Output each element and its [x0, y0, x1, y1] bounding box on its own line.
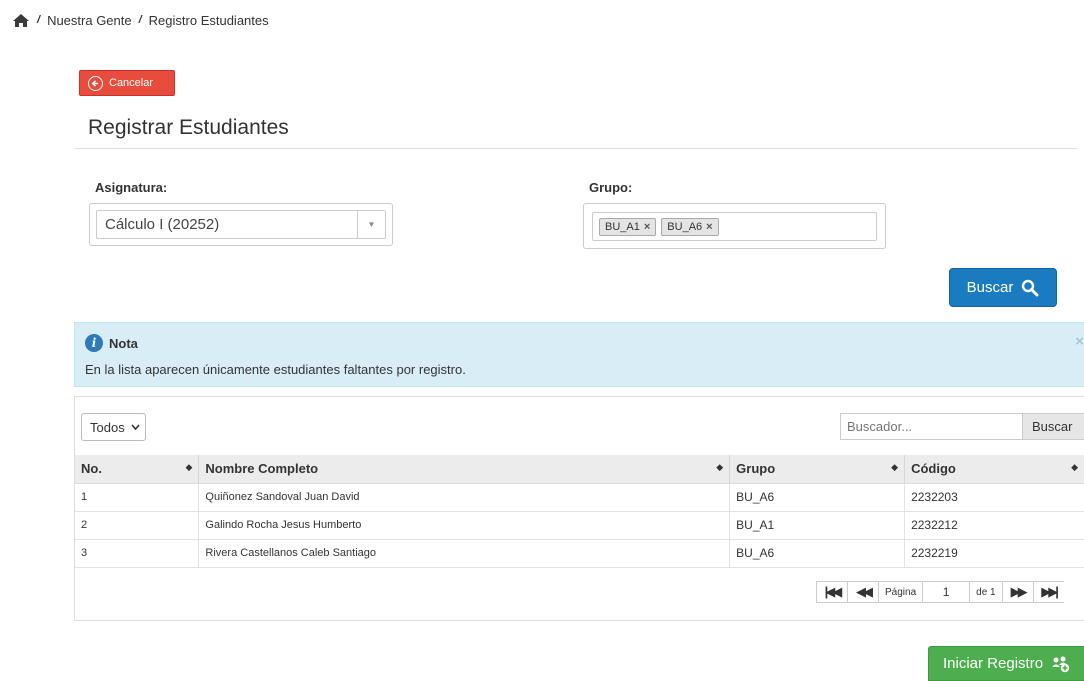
grupo-multiselect[interactable]: BU_A1 × BU_A6 ×: [592, 212, 877, 241]
page-size-select[interactable]: Todos: [81, 413, 146, 441]
home-icon[interactable]: [12, 13, 30, 28]
users-plus-icon: [1051, 655, 1071, 673]
sort-icon: ◆: [185, 462, 193, 473]
table-search-button[interactable]: Buscar: [1022, 413, 1084, 440]
first-page-icon[interactable]: |◀◀: [816, 581, 847, 603]
remove-tag-icon[interactable]: ×: [644, 221, 650, 233]
students-table-panel: Todos Buscador... Buscar No. ◆ Nombre Com…: [74, 396, 1084, 621]
title-divider: [75, 148, 1077, 149]
chevron-down-icon: [131, 422, 140, 433]
next-page-icon[interactable]: ▶▶: [1001, 581, 1033, 603]
page-total-label: de 1: [969, 581, 1002, 603]
row-grupo: BU_A6: [729, 539, 906, 568]
last-page-icon[interactable]: ▶▶|: [1032, 581, 1064, 603]
page-title: Registrar Estudiantes: [88, 116, 289, 139]
column-header-nombre[interactable]: Nombre Completo ◆: [198, 455, 731, 484]
table-header-row: No. ◆ Nombre Completo ◆ Grupo ◆ Código ◆: [75, 455, 1084, 484]
dropdown-arrow-icon[interactable]: ▼: [357, 211, 385, 238]
sort-icon: ◆: [1071, 462, 1078, 473]
breadcrumb: / Nuestra Gente / Registro Estudiantes: [12, 10, 269, 30]
pagination: |◀◀ ◀◀ Página 1 de 1 ▶▶ ▶▶|: [816, 581, 1064, 603]
column-header-grupo[interactable]: Grupo ◆: [729, 455, 906, 484]
sort-icon: ◆: [891, 462, 899, 473]
asignatura-label: Asignatura:: [95, 180, 168, 195]
search-icon: [1021, 279, 1039, 297]
row-nombre: Galindo Rocha Jesus Humberto: [198, 511, 731, 540]
circle-arrow-left-icon: [88, 75, 103, 91]
cancel-button[interactable]: Cancelar: [79, 70, 175, 96]
remove-tag-icon[interactable]: ×: [706, 221, 712, 233]
row-no: 2: [75, 511, 200, 540]
students-table: No. ◆ Nombre Completo ◆ Grupo ◆ Código ◆ 1 Q…: [75, 455, 1084, 568]
row-codigo: 2232203: [904, 483, 1084, 512]
column-header-codigo[interactable]: Código ◆: [904, 455, 1084, 484]
search-button[interactable]: Buscar: [949, 268, 1057, 307]
grupo-label: Grupo:: [589, 180, 633, 195]
table-row[interactable]: 1 Quiñonez Sandoval Juan David BU_A6 223…: [75, 483, 1084, 512]
cancel-label: Cancelar: [109, 77, 154, 89]
breadcrumb-item-registro-estudiantes: Registro Estudiantes: [148, 12, 269, 28]
row-no: 1: [75, 483, 200, 512]
search-button-label: Buscar: [966, 279, 1014, 296]
prev-page-icon[interactable]: ◀◀: [847, 581, 878, 603]
row-codigo: 2232212: [904, 511, 1084, 540]
row-grupo: BU_A6: [729, 483, 906, 512]
grupo-tag: BU_A6 ×: [661, 217, 719, 236]
alert-message: En la lista aparecen únicamente estudian…: [85, 362, 466, 377]
alert-title: Nota: [109, 335, 138, 351]
table-row[interactable]: 2 Galindo Rocha Jesus Humberto BU_A1 223…: [75, 511, 1084, 540]
table-search-input[interactable]: Buscador...: [840, 413, 1022, 440]
start-registration-button[interactable]: Iniciar Registro: [928, 646, 1084, 681]
info-alert: i Nota En la lista aparecen únicamente e…: [74, 322, 1084, 387]
close-icon[interactable]: ×: [1075, 333, 1084, 350]
sort-icon: ◆: [716, 462, 724, 473]
row-no: 3: [75, 539, 200, 568]
breadcrumb-separator: /: [37, 14, 41, 26]
row-grupo: BU_A1: [729, 511, 906, 540]
grupo-panel: BU_A1 × BU_A6 ×: [583, 203, 886, 249]
start-registration-label: Iniciar Registro: [943, 655, 1044, 672]
asignatura-panel: Cálculo I (20252) ▼: [89, 203, 393, 246]
grupo-tag: BU_A1 ×: [599, 217, 657, 236]
column-header-no[interactable]: No. ◆: [75, 455, 200, 484]
row-nombre: Rivera Castellanos Caleb Santiago: [198, 539, 731, 568]
asignatura-select[interactable]: Cálculo I (20252) ▼: [96, 210, 386, 239]
table-search-placeholder: Buscador...: [847, 419, 913, 434]
row-codigo: 2232219: [904, 539, 1084, 568]
asignatura-value: Cálculo I (20252): [105, 216, 220, 233]
breadcrumb-item-nuestra-gente[interactable]: Nuestra Gente: [47, 13, 132, 28]
page-number-input[interactable]: 1: [922, 581, 970, 603]
info-icon: i: [85, 334, 103, 352]
grupo-tag-label: BU_A6: [667, 220, 703, 233]
table-row[interactable]: 3 Rivera Castellanos Caleb Santiago BU_A…: [75, 539, 1084, 568]
grupo-tag-label: BU_A1: [605, 220, 640, 233]
page-size-value: Todos: [90, 419, 125, 435]
breadcrumb-separator: /: [138, 14, 142, 26]
row-nombre: Quiñonez Sandoval Juan David: [198, 483, 731, 512]
page-label: Página: [878, 581, 923, 603]
